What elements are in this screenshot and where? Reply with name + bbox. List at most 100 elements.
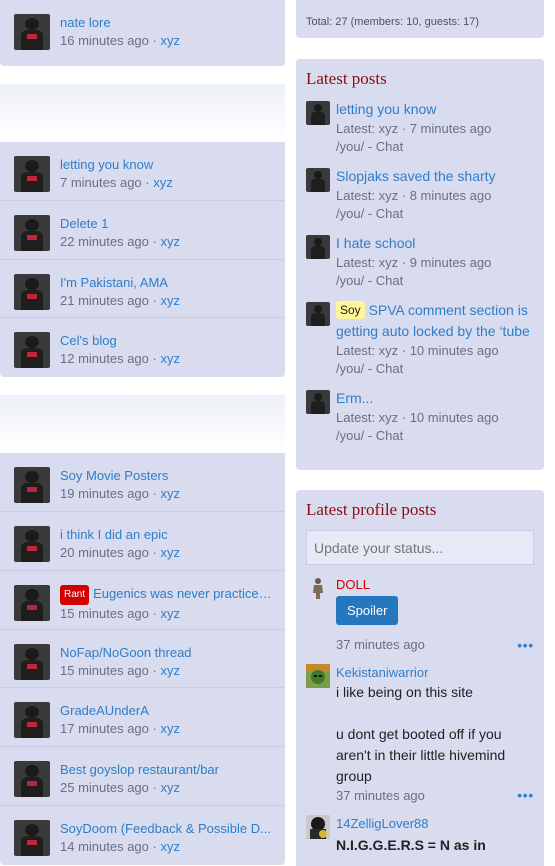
more-options-icon[interactable]: ••• [517, 638, 534, 653]
avatar[interactable] [14, 525, 50, 562]
avatar[interactable] [14, 467, 50, 504]
thread-title-link[interactable]: SoyDoom (Feedback & Possible D... [60, 820, 271, 838]
thread-title-link[interactable]: Rant Eugenics was never practiced... [60, 584, 275, 605]
avatar[interactable] [306, 664, 330, 688]
thread-time[interactable]: 20 minutes ago [60, 545, 149, 560]
thread-time[interactable]: 22 minutes ago [60, 234, 149, 249]
thread-time[interactable]: 12 minutes ago [60, 351, 149, 366]
thread-row: Best goyslop restaurant/bar 25 minutes ag… [0, 747, 285, 806]
avatar[interactable] [306, 235, 330, 259]
profile-post-time[interactable]: 37 minutes ago [336, 636, 534, 654]
thread-list-group-1: nate lore 16 minutes ago · xyz [0, 0, 285, 66]
avatar[interactable] [306, 576, 330, 600]
thread-last-poster[interactable]: xyz [160, 663, 180, 678]
thread-title-link[interactable]: GradeAUnderA [60, 702, 180, 720]
thread-title-text: i think I did an epic [60, 526, 168, 542]
avatar[interactable] [14, 819, 50, 856]
avatar[interactable] [14, 214, 50, 251]
list-spacer [0, 84, 285, 142]
profile-post-author[interactable]: 14ZelligLover88 [336, 815, 534, 833]
thread-title-text: I'm Pakistani, AMA [60, 274, 168, 290]
thread-last-poster[interactable]: xyz [160, 780, 180, 795]
thread-time[interactable]: 25 minutes ago [60, 780, 149, 795]
thread-row: GradeAUnderA 17 minutes ago · xyz [0, 688, 285, 748]
avatar[interactable] [306, 815, 330, 839]
avatar[interactable] [306, 390, 330, 414]
profile-post-time[interactable]: 37 minutes ago [336, 787, 534, 805]
thread-title-link[interactable]: Delete 1 [60, 215, 180, 233]
avatar[interactable] [306, 101, 330, 125]
separator: · [148, 721, 161, 737]
online-total-panel: Total: 27 (members: 10, guests: 17) [296, 0, 544, 38]
thread-time[interactable]: 17 minutes ago [60, 721, 149, 736]
thread-time[interactable]: 19 minutes ago [60, 486, 149, 501]
avatar[interactable] [306, 168, 330, 192]
thread-last-poster[interactable]: xyz [160, 606, 180, 621]
thread-title-text: NoFap/NoGoon thread [60, 644, 192, 660]
latest-post-title-text: I hate school [336, 235, 416, 251]
latest-post-title[interactable]: I hate school [336, 233, 534, 254]
thread-title-link[interactable]: I'm Pakistani, AMA [60, 274, 180, 292]
thread-time[interactable]: 14 minutes ago [60, 839, 149, 854]
thread-time[interactable]: 15 minutes ago [60, 663, 149, 678]
latest-post-title[interactable]: Slopjaks saved the sharty [336, 166, 534, 187]
avatar[interactable] [14, 643, 50, 680]
thread-meta: 22 minutes ago · xyz [60, 233, 180, 251]
latest-posts-panel: Latest posts letting you know Latest: xyz… [296, 59, 544, 470]
avatar[interactable] [14, 761, 50, 798]
avatar[interactable] [14, 332, 50, 369]
thread-time[interactable]: 15 minutes ago [60, 606, 149, 621]
latest-post-forum[interactable]: /you/ - Chat [336, 272, 534, 290]
spoiler-button[interactable]: Spoiler [336, 596, 399, 625]
thread-last-poster[interactable]: xyz [160, 486, 180, 501]
latest-post-forum[interactable]: /you/ - Chat [336, 138, 534, 156]
latest-post-title[interactable]: Soy SPVA comment section is getting auto… [336, 300, 534, 342]
latest-post-title[interactable]: letting you know [336, 99, 534, 120]
latest-post-meta[interactable]: Latest: xyz · 7 minutes ago [336, 120, 534, 138]
more-options-icon[interactable]: ••• [517, 788, 534, 803]
avatar[interactable] [14, 584, 50, 621]
latest-post-meta[interactable]: Latest: xyz · 9 minutes ago [336, 254, 534, 272]
kek-avatar-icon [306, 664, 330, 688]
status-update-input[interactable] [306, 530, 534, 565]
avatar[interactable] [14, 702, 50, 739]
latest-post-title[interactable]: Erm... [336, 388, 534, 409]
profile-post-author[interactable]: DOLL [336, 576, 534, 594]
thread-title-link[interactable]: NoFap/NoGoon thread [60, 644, 192, 662]
thread-time[interactable]: 7 minutes ago [60, 175, 142, 190]
latest-post-meta[interactable]: Latest: xyz · 8 minutes ago [336, 187, 534, 205]
thread-last-poster[interactable]: xyz [160, 545, 180, 560]
thread-row: nate lore 16 minutes ago · xyz [0, 0, 285, 59]
thread-time[interactable]: 16 minutes ago [60, 33, 149, 48]
latest-post-forum[interactable]: /you/ - Chat [336, 427, 534, 445]
thread-last-poster[interactable]: xyz [160, 839, 180, 854]
profile-post-author[interactable]: Kekistaniwarrior [336, 664, 534, 682]
thread-title-link[interactable]: Best goyslop restaurant/bar [60, 761, 219, 779]
avatar[interactable] [14, 273, 50, 310]
latest-post-meta[interactable]: Latest: xyz · 10 minutes ago [336, 342, 534, 360]
thread-last-poster[interactable]: xyz [160, 234, 180, 249]
separator: · [148, 838, 161, 854]
thread-last-poster[interactable]: xyz [160, 33, 180, 48]
thread-last-poster[interactable]: xyz [160, 351, 180, 366]
thread-meta: 12 minutes ago · xyz [60, 350, 180, 368]
latest-post-meta[interactable]: Latest: xyz · 10 minutes ago [336, 409, 534, 427]
avatar[interactable] [14, 14, 50, 50]
thread-title-link[interactable]: nate lore [60, 14, 180, 32]
latest-post-forum[interactable]: /you/ - Chat [336, 205, 534, 223]
thread-prefix-badge[interactable]: Rant [60, 584, 90, 605]
thread-last-poster[interactable]: xyz [160, 293, 180, 308]
thread-time[interactable]: 21 minutes ago [60, 293, 149, 308]
avatar[interactable] [306, 302, 330, 326]
thread-title-link[interactable]: Soy Movie Posters [60, 467, 180, 485]
latest-post-forum[interactable]: /you/ - Chat [336, 360, 534, 378]
thread-prefix-badge[interactable]: Soy [336, 301, 365, 319]
thread-title-link[interactable]: i think I did an epic [60, 526, 180, 544]
avatar[interactable] [14, 156, 50, 192]
thread-title-link[interactable]: Cel's blog [60, 332, 180, 350]
latest-post-item: I hate school Latest: xyz · 9 minutes ago… [296, 233, 544, 290]
latest-post-title-text: Slopjaks saved the sharty [336, 168, 496, 184]
thread-title-link[interactable]: letting you know [60, 156, 173, 174]
thread-last-poster[interactable]: xyz [160, 721, 180, 736]
thread-last-poster[interactable]: xyz [153, 175, 173, 190]
